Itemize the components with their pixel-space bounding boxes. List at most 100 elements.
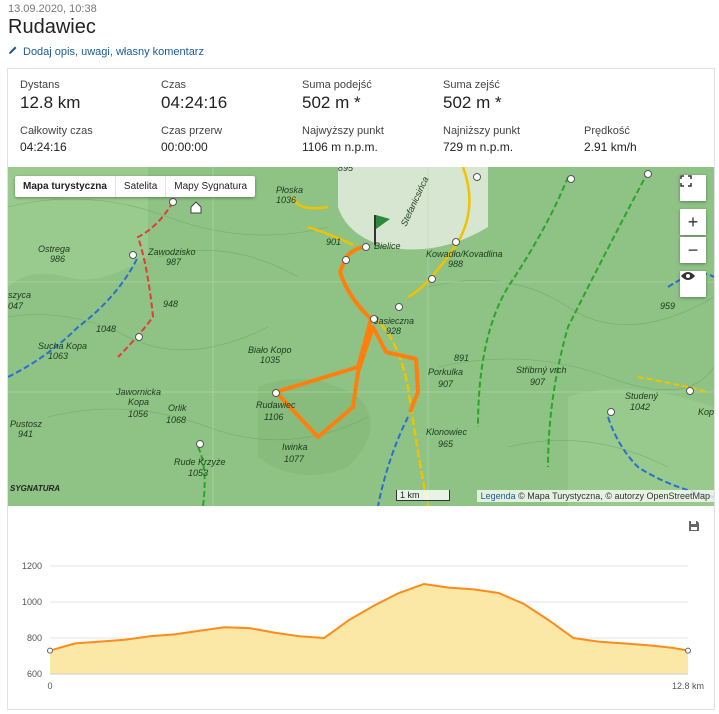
- map-label: 1068: [166, 415, 186, 425]
- map-label: Rude Krzyże: [174, 457, 226, 467]
- map-label: Střibrný vrch: [516, 365, 567, 375]
- x-tick-label: 0: [47, 681, 52, 691]
- stat-label: Czas przerw: [161, 125, 223, 137]
- stat-value: 1106 m n.p.m.: [302, 140, 378, 154]
- stat-label: Całkowity czas: [20, 125, 93, 137]
- map-label: Orlik: [168, 403, 187, 413]
- map-label: 1056: [128, 409, 148, 419]
- legend-link[interactable]: Legenda: [481, 491, 516, 501]
- ride-date: 13.09.2020, 10:38: [8, 3, 97, 15]
- map-label: 965: [438, 439, 454, 449]
- endpoint-marker: [47, 647, 53, 654]
- map-label: 895: [338, 167, 354, 173]
- map-label: 907: [530, 377, 546, 387]
- stat-label: Suma podejść: [302, 79, 372, 91]
- map-scale: 1 km: [396, 490, 450, 501]
- map-type-switcher: Mapa turystyczna Satelita Mapy Sygnatura: [15, 176, 256, 197]
- stat-distance: Dystans 12.8 km: [20, 79, 160, 113]
- map-label: 1077: [284, 454, 305, 464]
- stat-value: 2.91 km/h: [584, 140, 637, 154]
- pencil-icon: [8, 45, 18, 58]
- map-label: Jawornicka: [115, 387, 161, 397]
- elevation-chart-canvas: 600 800 1000 1200 0 12.8 km: [22, 561, 704, 691]
- map-label: 988: [448, 259, 463, 269]
- map-label: 1036: [276, 195, 296, 205]
- map-label: Ostrega: [38, 244, 70, 254]
- stat-value: 502 m *: [443, 93, 502, 112]
- map-label: Iwinka: [282, 442, 308, 452]
- stat-descent: Suma zejść 502 m *: [443, 79, 583, 113]
- stat-label: Czas: [161, 79, 187, 91]
- stat-highest-point: Najwyższy punkt 1106 m n.p.m.: [302, 125, 442, 154]
- map-label: Kopa: [128, 397, 149, 407]
- edit-description-link[interactable]: Dodaj opis, uwagi, własny komentarz: [8, 45, 204, 58]
- map-label: Biało Kopo: [248, 345, 292, 355]
- stat-total-time: Całkowity czas 04:24:16: [20, 125, 160, 154]
- endpoint-marker: [685, 647, 691, 654]
- map-label: Sucha Kopa: [38, 341, 87, 351]
- page-title: Rudawiec: [8, 16, 96, 38]
- stat-value: 12.8 km: [20, 93, 81, 112]
- elevation-area: [50, 584, 688, 674]
- attribution-text: © Mapa Turystyczna, © autorzy OpenStreet…: [518, 491, 710, 501]
- stat-speed: Prędkość 2.91 km/h: [584, 125, 719, 154]
- map-label: 1035: [260, 355, 281, 365]
- map-type-sygnatura[interactable]: Mapy Sygnatura: [165, 176, 255, 197]
- route-map[interactable]: Płoska 1036 Ostrega 986 Zawodzisko 987 9…: [8, 167, 714, 506]
- map-label: 891: [454, 353, 469, 363]
- layers-toggle-button[interactable]: [680, 271, 706, 297]
- stat-label: Najniższy punkt: [443, 125, 521, 137]
- map-label: 959: [660, 301, 675, 311]
- y-tick-label: 600: [27, 669, 42, 679]
- map-type-tourist[interactable]: Mapa turystyczna: [15, 176, 115, 197]
- map-label: 928: [386, 326, 401, 336]
- elevation-chart[interactable]: 600 800 1000 1200 0 12.8 km: [8, 509, 714, 709]
- map-label: 1106: [264, 412, 283, 422]
- map-label: szyca: [8, 290, 31, 300]
- map-label: 987: [166, 257, 182, 267]
- stat-value: 04:24:16: [20, 140, 67, 154]
- map-canvas[interactable]: Płoska 1036 Ostrega 986 Zawodzisko 987 9…: [8, 167, 714, 506]
- map-label: Kowadło/Kovadlina: [426, 249, 503, 259]
- zoom-out-button[interactable]: −: [680, 237, 706, 263]
- map-label: Płoska: [276, 185, 303, 195]
- x-tick-label: 12.8 km: [672, 681, 704, 691]
- fullscreen-button[interactable]: [680, 175, 706, 201]
- sygnatura-logo: SYGNATURA: [10, 484, 61, 493]
- zoom-in-button[interactable]: +: [680, 209, 706, 235]
- y-tick-label: 1000: [22, 597, 42, 607]
- track-panel: Dystans 12.8 km Czas 04:24:16 Suma podej…: [7, 68, 715, 710]
- stat-value: 00:00:00: [161, 140, 208, 154]
- stat-time: Czas 04:24:16: [161, 79, 301, 113]
- map-label: 941: [18, 429, 33, 439]
- map-label: 047: [8, 301, 24, 311]
- map-label: 907: [438, 379, 454, 389]
- map-label: Kop: [698, 407, 714, 417]
- stat-break-time: Czas przerw 00:00:00: [161, 125, 301, 154]
- map-label: Rudawiec: [256, 400, 296, 410]
- map-label: Zawodzisko: [147, 247, 196, 257]
- map-label: 1053: [188, 468, 208, 478]
- map-label: Porkulka: [428, 367, 463, 377]
- map-label: Klonowiec: [426, 427, 468, 437]
- map-label: 901: [326, 237, 341, 247]
- map-attribution: Legenda © Mapa Turystyczna, © autorzy Op…: [476, 490, 714, 502]
- stat-value: 729 m n.p.m.: [443, 140, 514, 154]
- map-label: Studený: [625, 391, 659, 401]
- map-label: Pustosz: [10, 419, 43, 429]
- map-label: 986: [50, 254, 65, 264]
- edit-description-label: Dodaj opis, uwagi, własny komentarz: [23, 45, 204, 58]
- map-label: Bielice: [374, 241, 401, 251]
- stat-value: 04:24:16: [161, 93, 228, 112]
- map-type-satellite[interactable]: Satelita: [114, 176, 165, 197]
- stat-value: 502 m *: [302, 93, 361, 112]
- stat-label: Suma zejść: [443, 79, 500, 91]
- map-label: Jasieczna: [373, 316, 414, 326]
- stat-label: Prędkość: [584, 125, 630, 137]
- map-label: 1048: [96, 324, 116, 334]
- map-label: 1063: [48, 351, 68, 361]
- map-label: 948: [163, 299, 178, 309]
- stat-label: Dystans: [20, 79, 60, 91]
- map-label: 1042: [630, 402, 650, 412]
- stat-lowest-point: Najniższy punkt 729 m n.p.m.: [443, 125, 583, 154]
